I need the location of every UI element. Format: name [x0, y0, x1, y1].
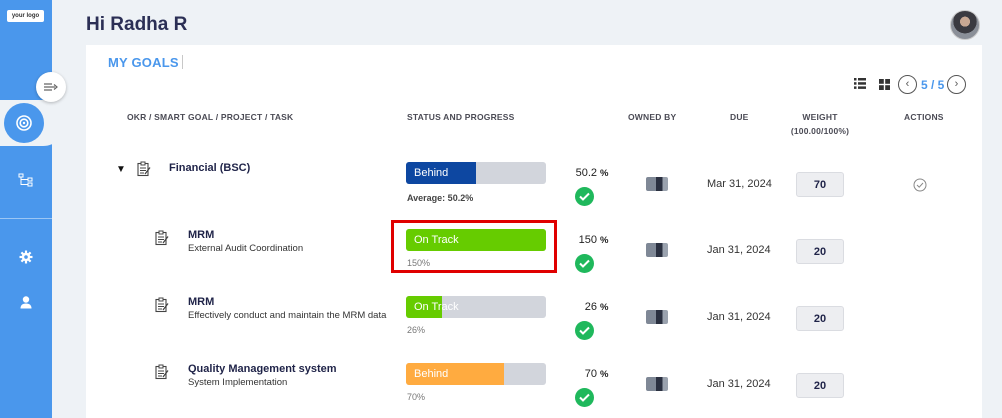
progress-unit: %: [600, 168, 609, 179]
progress-bar: Behind: [406, 162, 546, 184]
expand-toggle-icon[interactable]: ▼: [116, 164, 126, 175]
sidebar: your logo: [0, 0, 66, 418]
sidebar-divider: [0, 218, 52, 219]
circle-check-icon[interactable]: [913, 178, 927, 192]
status-check: [575, 187, 594, 206]
row-title[interactable]: MRM: [188, 229, 214, 241]
task-icon: [155, 364, 169, 380]
sidebar-item-profile[interactable]: [0, 287, 52, 317]
due-date: Jan 31, 2024: [707, 378, 771, 390]
row-title[interactable]: MRM: [188, 296, 214, 308]
due-date: Mar 31, 2024: [707, 178, 772, 190]
check-icon: [579, 192, 590, 201]
due-date: Jan 31, 2024: [707, 244, 771, 256]
column-header-due: DUE: [730, 112, 749, 122]
progress-value: 150: [578, 234, 597, 246]
status-check: [575, 254, 594, 273]
progress-value: 50.2: [575, 167, 597, 179]
status-label: Behind: [414, 167, 449, 179]
weight-value[interactable]: 20: [796, 306, 844, 331]
row-subtitle: External Audit Coordination: [188, 243, 304, 254]
progress-bar: Behind: [406, 363, 546, 385]
owner-avatar[interactable]: [646, 177, 668, 191]
weight-value[interactable]: 20: [796, 373, 844, 398]
user-avatar[interactable]: [950, 10, 980, 40]
progress-unit: %: [600, 302, 609, 313]
due-date: Jan 31, 2024: [707, 311, 771, 323]
row-title[interactable]: Financial (BSC): [169, 162, 250, 174]
sidebar-item-settings[interactable]: [0, 242, 52, 272]
progress-value: 70: [584, 368, 597, 380]
page-greeting: Hi Radha R: [86, 14, 188, 35]
status-label: On Track: [414, 301, 459, 313]
weight-value[interactable]: 20: [796, 239, 844, 264]
column-header-weight-sub: (100.00/100%): [790, 126, 850, 136]
grid-view-icon[interactable]: [879, 79, 890, 90]
check-icon: [579, 326, 590, 335]
progress-unit: %: [600, 369, 609, 380]
progress-caption: 70%: [407, 392, 426, 402]
progress-caption: 26%: [407, 325, 426, 335]
row-title[interactable]: Quality Management system: [188, 363, 337, 375]
check-icon: [579, 393, 590, 402]
column-header-weight-label: WEIGHT: [802, 112, 838, 122]
sidebar-item-hierarchy[interactable]: [0, 165, 52, 195]
list-view-icon[interactable]: [854, 78, 866, 89]
tab-my-goals[interactable]: MY GOALS: [108, 55, 179, 70]
weight-value[interactable]: 70: [796, 172, 844, 197]
chevron-right-icon: ›: [954, 78, 959, 90]
user-icon: [20, 296, 32, 309]
highlight-box: [391, 220, 557, 273]
owner-avatar[interactable]: [646, 310, 668, 324]
row-subtitle: Effectively conduct and maintain the MRM…: [188, 310, 387, 321]
task-icon: [155, 230, 169, 246]
settings-icon: [19, 250, 33, 264]
status-check: [575, 321, 594, 340]
column-header-actions: ACTIONS: [904, 112, 944, 122]
pagination-prev-button[interactable]: ‹: [898, 75, 917, 94]
column-header-owned-by: OWNED BY: [628, 112, 677, 122]
owner-avatar[interactable]: [646, 243, 668, 257]
status-check: [575, 388, 594, 407]
pagination-next-button[interactable]: ›: [947, 75, 966, 94]
target-icon: [16, 115, 32, 131]
owner-avatar[interactable]: [646, 377, 668, 391]
check-icon: [579, 259, 590, 268]
column-header-goal: OKR / SMART GOAL / PROJECT / TASK: [127, 112, 294, 122]
progress-caption: Average: 50.2%: [407, 193, 474, 203]
task-icon: [155, 297, 169, 313]
collapse-sidebar-button[interactable]: [36, 72, 66, 102]
progress-value: 26: [584, 301, 597, 313]
collapse-icon: [44, 83, 58, 91]
progress-bar: On Track: [406, 296, 546, 318]
goals-card: MY GOALS ‹ 5 / 5 › OKR / SMART GOAL / PR…: [86, 45, 982, 418]
column-header-status: STATUS AND PROGRESS: [407, 112, 515, 122]
hierarchy-icon: [18, 173, 33, 187]
task-icon: [137, 161, 151, 177]
progress-unit: %: [600, 235, 609, 246]
status-label: Behind: [414, 368, 449, 380]
row-subtitle: System Implementation: [188, 377, 288, 388]
tab-separator: [182, 55, 183, 69]
main-area: Hi Radha R MY GOALS ‹ 5 / 5 › OKR / SMAR…: [52, 0, 1002, 418]
app-logo: your logo: [7, 10, 44, 22]
pagination-text: 5 / 5: [921, 78, 945, 92]
column-header-weight: WEIGHT (100.00/100%): [789, 112, 851, 136]
chevron-left-icon: ‹: [905, 78, 910, 90]
